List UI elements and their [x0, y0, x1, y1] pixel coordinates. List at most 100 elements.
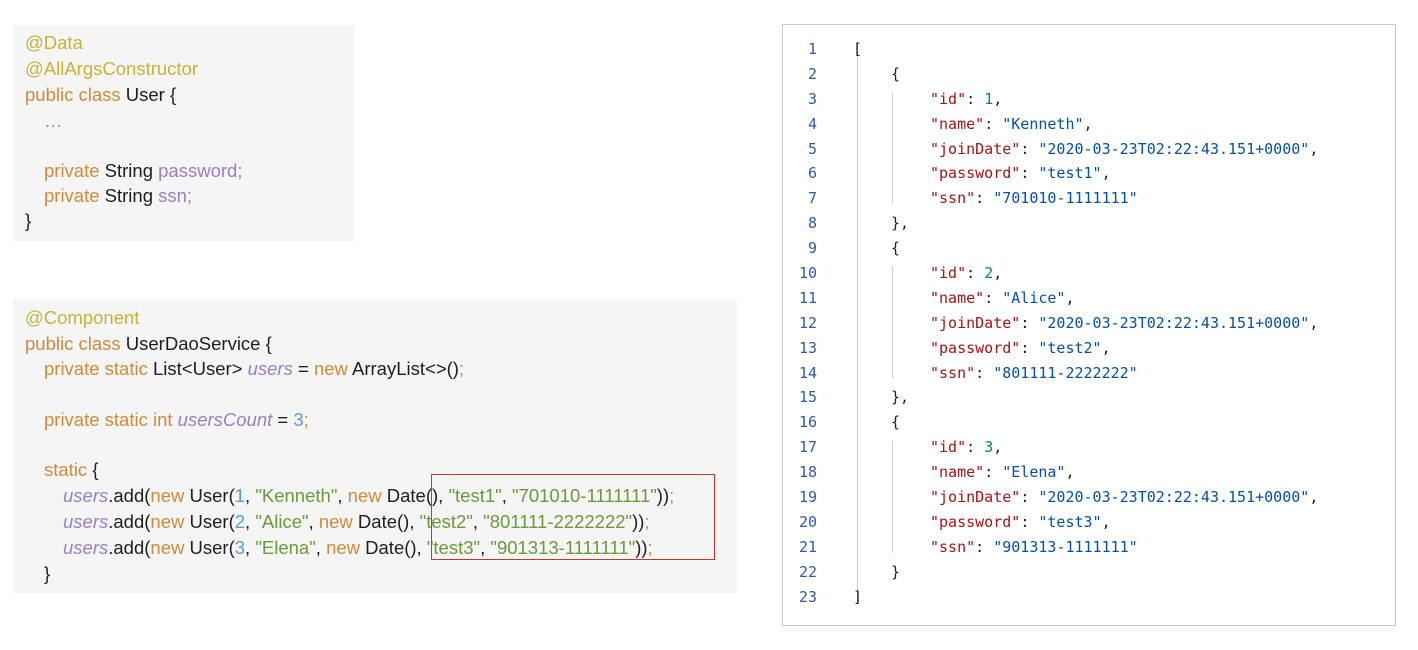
keyword: new [326, 537, 361, 558]
code-line: } [25, 209, 31, 233]
json-key: "password" [930, 338, 1021, 357]
code-line: … [44, 109, 63, 133]
json-line: 11 "name": "Alice", [783, 286, 1395, 311]
json-line: 19 "joinDate": "2020-03-23T02:22:43.151+0… [783, 485, 1395, 510]
operator: = [272, 409, 294, 430]
open-brace: { [891, 239, 901, 258]
code-line: @Component [25, 306, 139, 330]
json-code: "id": 1, [930, 89, 1003, 108]
json-key: "name" [930, 463, 985, 482]
keyword: private static int [44, 409, 173, 430]
comma: , [337, 485, 348, 506]
code-line: static { [44, 458, 99, 482]
code-line: public class UserDaoService { [25, 332, 272, 356]
json-code: { [891, 410, 900, 435]
keyword: public class [25, 84, 121, 105]
json-code: "password": "test2", [930, 338, 1111, 357]
number-literal: 2 [234, 511, 246, 532]
open-brace: { [891, 64, 901, 83]
json-code: { [891, 62, 900, 87]
json-line: 4 "name": "Kenneth", [783, 112, 1395, 137]
json-code: { [891, 236, 900, 261]
line-number: 4 [807, 114, 817, 133]
json-line: 13 "password": "test2", [783, 336, 1395, 361]
closing-brace: } [44, 563, 51, 584]
line-number: 9 [807, 239, 817, 258]
constructor-call: User( [184, 485, 235, 506]
json-code: "password": "test1", [930, 164, 1111, 183]
line-number: 18 [798, 463, 817, 482]
json-line: 18 "name": "Elena", [783, 460, 1395, 485]
json-key: "joinDate" [930, 313, 1021, 332]
json-line: 16 { [783, 410, 1395, 435]
line-number: 7 [807, 189, 817, 208]
type-name: String [99, 160, 159, 181]
json-key: "ssn" [930, 537, 976, 556]
json-string: "2020-03-23T02:22:43.151+0000" [1038, 139, 1310, 158]
json-string: "901313-1111111" [993, 537, 1138, 556]
line-number: 15 [798, 388, 817, 407]
users-field: users [63, 485, 109, 506]
json-code: "name": "Alice", [930, 288, 1075, 307]
open-brace: { [87, 459, 99, 480]
json-code: "joinDate": "2020-03-23T02:22:43.151+000… [930, 139, 1319, 158]
json-key: "id" [930, 264, 967, 283]
number-literal: 1 [234, 485, 246, 506]
json-number: 3 [984, 438, 994, 457]
line-number: 2 [807, 64, 817, 83]
json-string: "701010-1111111" [993, 189, 1138, 208]
number-literal: 3 [234, 537, 246, 558]
comma: , [245, 537, 256, 558]
line-number: 11 [798, 288, 817, 307]
line-number: 1 [807, 40, 817, 58]
data-annotation: @Data [25, 32, 83, 53]
close-brace: }, [891, 388, 910, 407]
line-number: 16 [798, 413, 817, 432]
json-string: "Alice" [1002, 288, 1066, 307]
json-line: 12 "joinDate": "2020-03-23T02:22:43.151+0… [783, 311, 1395, 336]
json-code: "id": 2, [930, 264, 1003, 283]
json-key: "password" [930, 512, 1021, 531]
keyword: static [44, 459, 88, 480]
all-args-constructor-annotation: @AllArgsConstructor [25, 58, 198, 79]
code-line: @Data [25, 31, 83, 55]
json-code: "ssn": "901313-1111111" [930, 537, 1138, 556]
line-number: 10 [798, 264, 817, 283]
semicolon: ; [458, 358, 465, 379]
json-key: "ssn" [930, 363, 976, 382]
string-literal: "Elena" [255, 537, 316, 558]
users-field: users [63, 511, 109, 532]
line-number: 14 [798, 363, 817, 382]
line-number: 21 [798, 537, 817, 556]
keyword: public class [25, 333, 121, 354]
class-declaration: User { [120, 84, 177, 105]
json-line: 9{ [783, 236, 1395, 261]
constructor-call: ArrayList<>() [347, 358, 459, 379]
json-code: "ssn": "701010-1111111" [930, 189, 1138, 208]
users-field: users [247, 358, 293, 379]
constructor-call: Date(), [360, 537, 427, 558]
json-key: "name" [930, 288, 985, 307]
json-line: 15}, [783, 385, 1395, 410]
json-code: ] [853, 585, 862, 610]
comma: , [315, 537, 327, 558]
json-code: "joinDate": "2020-03-23T02:22:43.151+000… [930, 488, 1319, 507]
close-bracket: ] [853, 587, 863, 606]
line-number: 13 [798, 338, 817, 357]
json-code: [ [853, 37, 862, 62]
type-name: List<User> [147, 358, 248, 379]
json-line: 17 "id": 3, [783, 435, 1395, 460]
code-line: @AllArgsConstructor [25, 57, 198, 81]
comma: , [308, 511, 319, 532]
json-response-viewer: 1[ 2{ 3 "id": 1, 4 "name": "Kenneth", 5 "jo… [782, 24, 1396, 626]
type-name: String [99, 185, 159, 206]
open-brace: { [891, 413, 901, 432]
json-code: }, [891, 385, 909, 410]
json-key: "joinDate" [930, 488, 1021, 507]
code-line: private String password; [44, 159, 242, 183]
ellipsis: … [44, 110, 63, 131]
json-line: 10 "id": 2, [783, 261, 1395, 286]
json-code: "name": "Kenneth", [930, 114, 1093, 133]
json-string: "test3" [1038, 512, 1102, 531]
keyword: private [44, 160, 100, 181]
